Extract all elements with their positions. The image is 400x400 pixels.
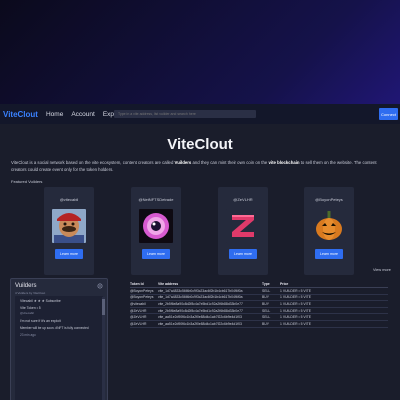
type-cell: SELL xyxy=(262,307,280,315)
post-item[interactable]: Vitecabil ★ ★ ★ Subscribe Vite Token • 5… xyxy=(15,296,103,400)
vite-address-cell: vite_1d7a4833c56f4b0c9f3c23ac6f2b1b4cb61… xyxy=(158,287,262,295)
settings-icon[interactable] xyxy=(97,283,103,289)
vuilder-card-name: @ZeVLHR xyxy=(233,197,253,202)
intro-text-part: and they can mint their own coin on the xyxy=(191,160,269,165)
mario-avatar xyxy=(52,209,86,243)
view-more-link[interactable]: View more xyxy=(373,268,391,272)
vuilder-card-name: @BoyonPeteys xyxy=(315,197,343,202)
vite-address-cell: vite_1d7a4833c56f4b0c9f3c23ac6f2b1b4cb61… xyxy=(158,294,262,302)
price-cell: 1 VUILDER • 5 VITE xyxy=(280,307,388,315)
featured-vuilders-label: Featured Vuilders xyxy=(11,179,43,184)
vite-address-cell: vite_aa51e2d90f6c1b3a2f0e88d4c1ab7f22c6b… xyxy=(158,313,262,321)
vite-address-cell: vite_2b5f6e8a90c8d2f8c4a7e5bd1c92a2f6b88… xyxy=(158,300,262,308)
price-cell: 1 VUILDER • 5 VITE xyxy=(280,313,388,321)
price-cell: 1 VUILDER • 5 VITE xyxy=(280,294,388,302)
token-id-cell[interactable]: @ZeVLHR xyxy=(130,307,158,315)
eye-avatar xyxy=(139,209,173,243)
price-cell: 1 VUILDER • 5 VITE xyxy=(280,287,388,295)
vite-address-cell: vite_aa51e2d90f6c1b3a2f0e88d4c1ab7f22c6b… xyxy=(158,320,262,328)
type-cell: SELL xyxy=(262,287,280,295)
table-row[interactable]: @vitecabil vite_2b5f6e8a90c8d2f8c4a7e5bd1… xyxy=(130,300,388,308)
vuilders-panel: Vuilders 4 Vuilders by ViteClout Vitecab… xyxy=(10,278,108,400)
viteclout-app-window: ViteClout Home Account Explorer Connect … xyxy=(0,104,400,400)
panel-title: Vuilders xyxy=(15,283,37,289)
table-row[interactable]: @ZeVLHR vite_aa51e2d90f6c1b3a2f0e88d4c1ab… xyxy=(130,320,388,328)
vuilder-card: @NetNFTSDetrade Learn more xyxy=(131,187,181,275)
intro-text: ViteClout is a social network based on t… xyxy=(11,160,381,173)
token-id-cell[interactable]: @BoyonPeteys xyxy=(130,287,158,295)
post-timestamp: 23 min ago xyxy=(20,333,36,337)
table-row[interactable]: @ZeVLHR vite_aa51e2d90f6c1b3a2f0e88d4c1ab… xyxy=(130,313,388,321)
type-cell: SELL xyxy=(262,313,280,321)
type-cell: BUY xyxy=(262,320,280,328)
table-row[interactable]: @BoyonPeteys vite_1d7a4833c56f4b0c9f3c23a… xyxy=(130,294,388,302)
panel-subtitle: 4 Vuilders by ViteClout xyxy=(15,291,46,295)
table-row[interactable]: @BoyonPeteys vite_1d7a4833c56f4b0c9f3c23a… xyxy=(130,287,388,295)
post-header: Vitecabil ★ ★ ★ Subscribe xyxy=(20,299,61,303)
token-id-cell[interactable]: @BoyonPeteys xyxy=(130,294,158,302)
learn-more-button[interactable]: Learn more xyxy=(142,249,170,259)
price-cell: 1 VUILDER • 5 VITE xyxy=(280,320,388,328)
nav-home[interactable]: Home xyxy=(46,111,63,118)
connect-button[interactable]: Connect xyxy=(379,108,398,120)
learn-more-button[interactable]: Learn more xyxy=(315,249,343,259)
nav-account[interactable]: Account xyxy=(71,111,95,118)
price-cell: 1 VUILDER • 5 VITE xyxy=(280,300,388,308)
intro-highlight-vuilders: Vuilders xyxy=(174,160,192,165)
vuilder-card: @BoyonPeteys Learn more xyxy=(304,187,354,275)
vuilder-card-name: @NetNFTSDetrade xyxy=(138,197,174,202)
type-cell: BUY xyxy=(262,300,280,308)
z-logo-avatar xyxy=(226,209,260,243)
token-id-cell[interactable]: @vitecabil xyxy=(130,300,158,308)
intro-highlight-blockchain: vite blockchain xyxy=(268,160,300,165)
vuilder-card-name: @vitecabil xyxy=(59,197,79,202)
intro-text-part: ViteClout is a social network based on t… xyxy=(11,160,175,165)
scrollbar-thumb[interactable] xyxy=(102,299,105,315)
post-handle[interactable]: @vitecabil xyxy=(20,311,34,315)
search-input[interactable] xyxy=(114,110,256,118)
post-reply: I'm not sure if it's an exploit xyxy=(20,319,61,323)
token-id-cell[interactable]: @ZeVLHR xyxy=(130,320,158,328)
post-note: Member will be up soon. #NFT is fully co… xyxy=(20,326,89,330)
learn-more-button[interactable]: Learn more xyxy=(229,249,257,259)
vuilder-card: @vitecabil Learn more xyxy=(44,187,94,275)
learn-more-button[interactable]: Learn more xyxy=(55,249,83,259)
type-cell: BUY xyxy=(262,294,280,302)
vite-address-cell: vite_2b5f6e8a90c8d2f8c4a7e5bd1c92a2f6b88… xyxy=(158,307,262,315)
brand-logo[interactable]: ViteClout xyxy=(3,110,38,119)
token-orders-table: Token Id Vite address Type Price @BoyonP… xyxy=(130,281,388,328)
vuilder-card: @ZeVLHR Learn more xyxy=(218,187,268,275)
token-id-cell[interactable]: @ZeVLHR xyxy=(130,313,158,321)
post-token: Vite Token • 5 xyxy=(20,306,41,310)
navbar: ViteClout Home Account Explorer Connect xyxy=(0,104,400,124)
page-title: ViteClout xyxy=(167,136,233,153)
table-row[interactable]: @ZeVLHR vite_2b5f6e8a90c8d2f8c4a7e5bd1c92… xyxy=(130,307,388,315)
pumpkin-avatar xyxy=(312,209,346,243)
